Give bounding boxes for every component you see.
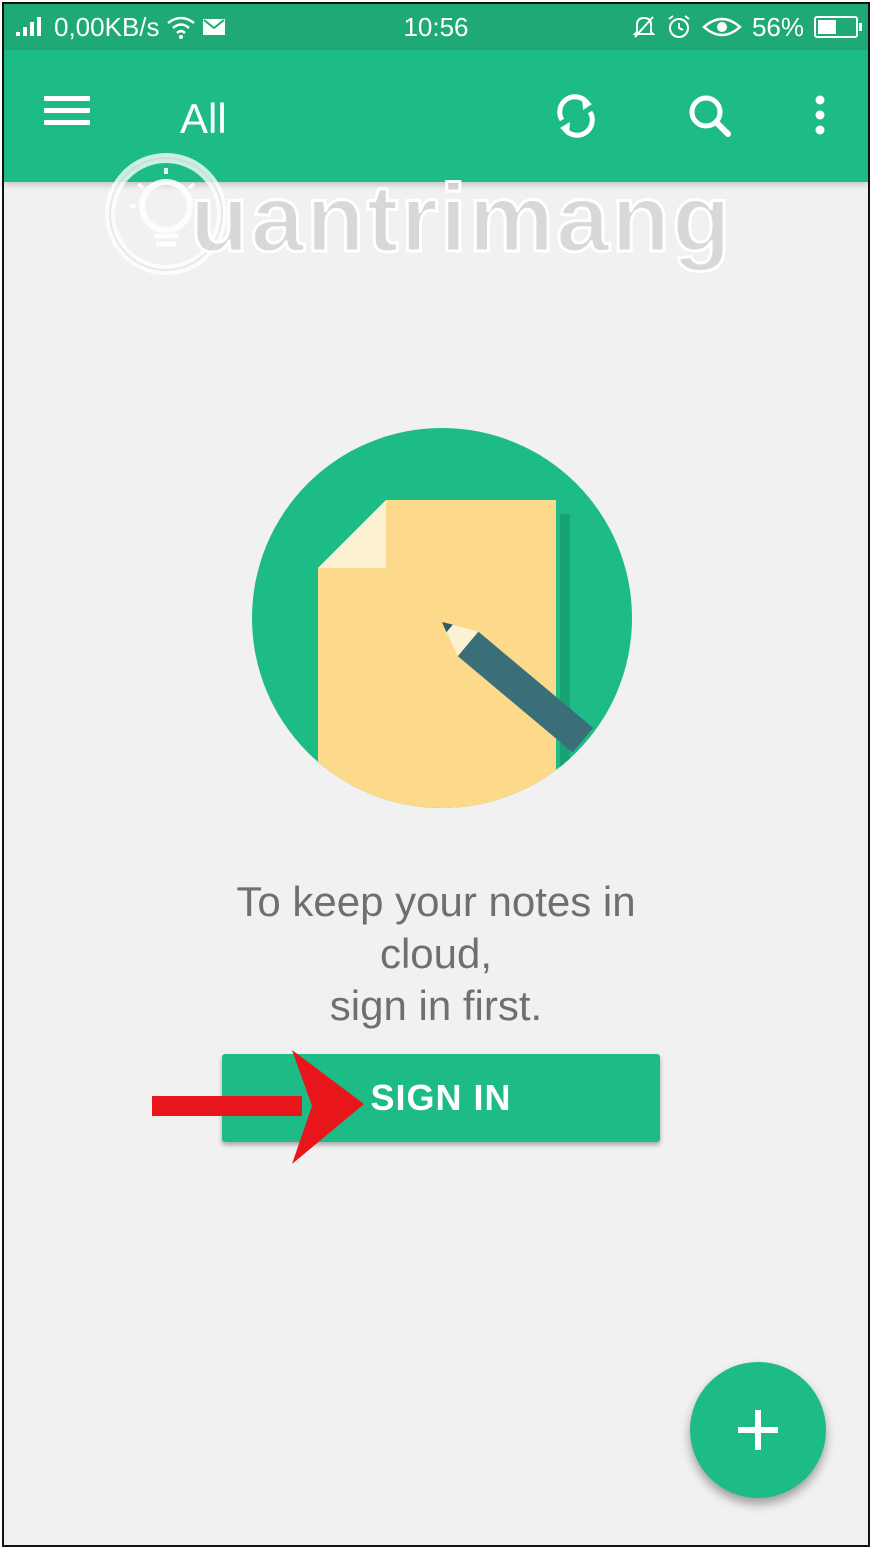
- message-line: sign in first.: [329, 982, 543, 1029]
- page-title: All: [180, 95, 227, 142]
- empty-state-message: To keep your notes in cloud, sign in fir…: [174, 876, 698, 1032]
- status-time: 10:56: [403, 12, 469, 42]
- battery-icon: [814, 16, 862, 38]
- alarm-icon: [668, 15, 690, 38]
- search-icon[interactable]: [684, 90, 736, 142]
- watermark-text: uantrimang: [189, 164, 733, 274]
- sync-icon[interactable]: [550, 90, 602, 142]
- note-with-pencil-icon: [252, 428, 632, 808]
- battery-percent: 56%: [751, 12, 804, 42]
- message-line: cloud,: [379, 930, 493, 977]
- plus-icon: [738, 1410, 778, 1450]
- status-bar: 0,00KB/s 10:56 56%: [4, 4, 868, 50]
- sign-in-button[interactable]: SIGN IN: [222, 1054, 660, 1142]
- menu-icon[interactable]: [44, 90, 98, 134]
- message-line: To keep your notes in: [236, 878, 636, 925]
- more-vert-icon[interactable]: [800, 90, 840, 142]
- silent-icon: [632, 16, 656, 38]
- eye-icon: [702, 17, 742, 37]
- app-screen: 0,00KB/s 10:56 56% All uantrimang To kee…: [2, 2, 870, 1547]
- add-note-button[interactable]: [690, 1362, 826, 1498]
